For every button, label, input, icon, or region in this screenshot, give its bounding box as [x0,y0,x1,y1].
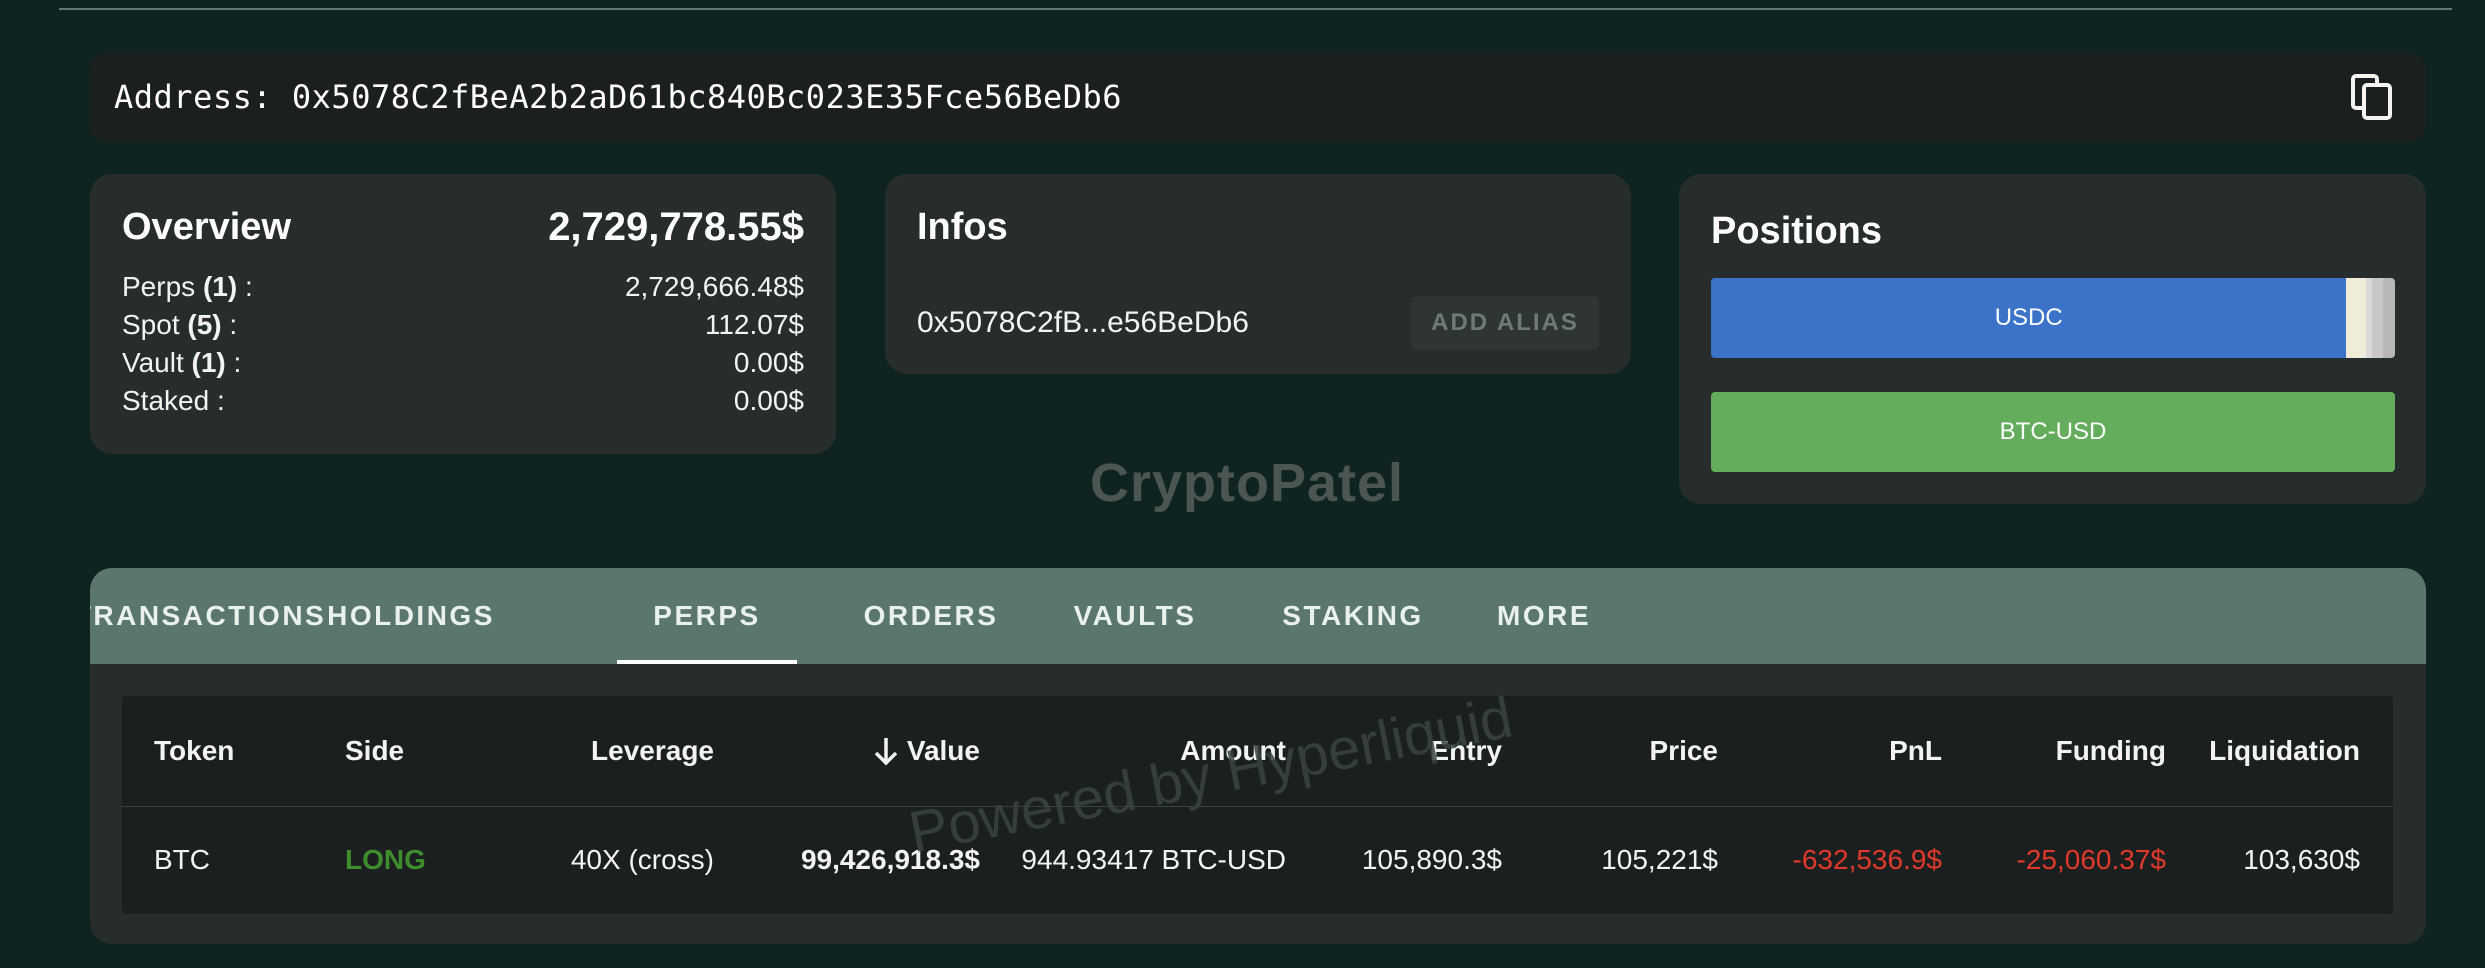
col-header-value[interactable]: Value [762,696,980,806]
tab-more[interactable]: MORE [1468,568,1620,664]
data-panel: TRANSACTIONS HOLDINGS PERPS ORDERS VAULT… [90,568,2426,944]
overview-row-staked: Staked : 0.00$ [122,382,804,420]
cell-token: BTC [154,844,210,875]
position-bar-btc-usd[interactable]: BTC-USD [1711,392,2395,472]
tab-transactions[interactable]: TRANSACTIONS [90,568,324,664]
position-segment-other-1[interactable] [2346,278,2367,358]
cell-liquidation: 103,630$ [2243,844,2360,875]
tab-perps[interactable]: PERPS [617,568,797,664]
positions-card: Positions USDC BTC-USD [1679,174,2426,504]
copy-icon [2351,74,2392,120]
cell-value: 99,426,918.3$ [800,844,980,875]
cell-leverage: 40X (cross) [570,844,714,875]
col-header-amount[interactable]: Amount [1022,696,1286,806]
position-segment-other-4[interactable] [2383,278,2395,358]
col-header-value-label: Value [906,735,980,766]
overview-row-label: Staked : [122,385,225,416]
table-row[interactable]: BTC LONG 40X (cross) 99,426,918.3$ 944.9… [122,806,2393,914]
copy-address-button[interactable] [2346,71,2398,123]
address-text: Address: 0x5078C2fBeA2b2aD61bc840Bc023E3… [114,78,1123,116]
overview-row-label: Spot (5) : [122,309,238,340]
cell-funding: -25,060.37$ [2016,844,2166,875]
short-address: 0x5078C2fB...e56BeDb6 [917,306,1249,339]
overview-row-label: Vault (1) : [122,347,242,378]
add-alias-button[interactable]: ADD ALIAS [1411,296,1599,350]
perps-table: Token Side Leverage Value Amount Entry P… [122,696,2393,914]
tab-orders[interactable]: ORDERS [830,568,1032,664]
cell-side: LONG [345,844,426,875]
address-bar: Address: 0x5078C2fBeA2b2aD61bc840Bc023E3… [90,53,2426,141]
overview-row-value: 2,729,666.48$ [624,271,804,302]
position-segment-usdc[interactable]: USDC [1711,278,2347,358]
overview-card: Overview 2,729,778.55$ Perps (1) : 2,729… [90,174,836,454]
col-header-liquidation[interactable]: Liquidation [2182,696,2360,806]
overview-total: 2,729,778.55$ [548,204,804,249]
tab-holdings[interactable]: HOLDINGS [310,568,512,664]
table-header-row: Token Side Leverage Value Amount Entry P… [122,696,2393,807]
tab-vaults[interactable]: VAULTS [1040,568,1230,664]
overview-row-vault: Vault (1) : 0.00$ [122,344,804,382]
positions-title: Positions [1711,209,1883,252]
overview-rows: Perps (1) : 2,729,666.48$ Spot (5) : 112… [122,268,804,420]
brand-watermark: CryptoPatel [1090,453,1405,513]
col-header-pnl[interactable]: PnL [1742,696,1942,806]
overview-row-label: Perps (1) : [122,271,253,302]
position-segment-btc-usd[interactable]: BTC-USD [1711,392,2395,472]
cell-pnl: -632,536.9$ [1792,844,1942,875]
overview-title: Overview [122,205,291,248]
position-segment-other-3[interactable] [2372,278,2384,358]
tab-bar: TRANSACTIONS HOLDINGS PERPS ORDERS VAULT… [90,568,2426,664]
col-header-entry[interactable]: Entry [1322,696,1502,806]
overview-row-value: 112.07$ [704,309,804,340]
tab-staking[interactable]: STAKING [1246,568,1460,664]
cell-entry: 105,890.3$ [1361,844,1502,875]
cell-price: 105,221$ [1601,844,1718,875]
infos-title: Infos [917,205,1008,248]
wallet-page: Address: 0x5078C2fBeA2b2aD61bc840Bc023E3… [0,0,2485,968]
col-header-leverage[interactable]: Leverage [502,696,714,806]
position-bar-usdc[interactable]: USDC [1711,278,2395,358]
col-header-side[interactable]: Side [345,696,485,806]
overview-row-spot: Spot (5) : 112.07$ [122,306,804,344]
top-divider [59,8,2452,10]
col-header-token[interactable]: Token [154,696,314,806]
arrow-down-icon [873,736,899,766]
col-header-price[interactable]: Price [1522,696,1719,806]
overview-row-value: 0.00$ [733,385,804,416]
overview-row-value: 0.00$ [733,347,804,378]
col-header-funding[interactable]: Funding [1962,696,2166,806]
infos-card: Infos 0x5078C2fB...e56BeDb6 ADD ALIAS [885,174,1631,374]
cell-amount: 944.93417 BTC-USD [1021,844,1286,875]
overview-row-perps: Perps (1) : 2,729,666.48$ [122,268,804,306]
